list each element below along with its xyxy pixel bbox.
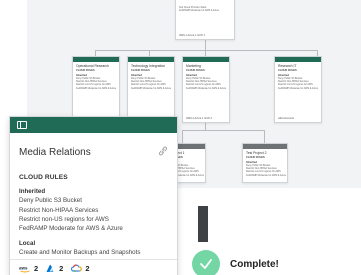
node-line: FedRAMP Moderate for AWS & Azure bbox=[186, 86, 227, 90]
aws-icon: aws bbox=[19, 265, 31, 273]
checkmark-icon bbox=[192, 250, 220, 275]
connector-line bbox=[205, 122, 206, 130]
node-footer: Add Accounts bbox=[278, 117, 294, 120]
org-node[interactable]: Operational Research CLOUD RULES Inherit… bbox=[72, 56, 120, 123]
provider-count-gcp[interactable]: 2 bbox=[71, 264, 90, 273]
rule-item: Restrict Non-HIPAA Services bbox=[19, 206, 99, 214]
folder-panel-icon bbox=[17, 121, 27, 129]
provider-count: 2 bbox=[59, 264, 64, 273]
node-line: FedRAMP Moderate for AWS & Azure bbox=[76, 86, 117, 90]
provider-count-aws[interactable]: aws 2 bbox=[19, 264, 38, 273]
link-icon[interactable] bbox=[157, 143, 169, 161]
node-line: Restrict non-US regions for AWS bbox=[246, 170, 281, 174]
node-line: FedRAMP Moderate for AWS & Azure bbox=[246, 173, 287, 177]
connector-line bbox=[182, 130, 183, 143]
rule-item: Deny Public S3 Bucket bbox=[19, 197, 82, 205]
provider-count: 2 bbox=[85, 264, 90, 273]
top-node[interactable]: Sub Cloud Provider Stack FedRAMP Moderat… bbox=[175, 0, 235, 40]
node-line: FedRAMP Moderate for AWS & Azure bbox=[179, 9, 220, 13]
connector-line bbox=[182, 130, 264, 131]
provider-count-azure[interactable]: 2 bbox=[46, 264, 63, 273]
gcp-icon bbox=[71, 264, 83, 273]
cloud-rules-heading: CLOUD RULES bbox=[19, 174, 68, 181]
card-title-row: Media Relations bbox=[10, 133, 177, 161]
node-footer: AWS 1 Azure 1 GCP 1 bbox=[179, 34, 205, 37]
rule-item: Restrict non-US regions for AWS bbox=[19, 215, 109, 223]
node-line: Sub Cloud Provider Stack bbox=[179, 6, 207, 9]
rule-item: Create and Monitor Backups and Snapshots bbox=[19, 249, 141, 257]
completion-status: Complete! bbox=[192, 250, 279, 275]
svg-text:aws: aws bbox=[19, 265, 28, 270]
ou-detail-card[interactable]: Media Relations CLOUD RULES Inherited De… bbox=[9, 116, 178, 275]
progress-bar-segment bbox=[198, 206, 208, 242]
inherited-heading: Inherited bbox=[19, 188, 46, 195]
provider-count: 2 bbox=[34, 264, 39, 273]
local-heading: Local bbox=[19, 240, 36, 248]
project-node[interactable]: Test Project 2 CLOUD RULES Inherited Den… bbox=[242, 143, 288, 183]
connector-line bbox=[95, 50, 317, 51]
card-title: Media Relations bbox=[19, 146, 91, 158]
org-node[interactable]: Research IT CLOUD RULES Inherited Deny P… bbox=[274, 56, 322, 123]
node-line: FedRAMP Moderate for AWS & Azure bbox=[278, 86, 319, 90]
card-body: CLOUD RULES Inherited Deny Public S3 Buc… bbox=[10, 161, 177, 256]
card-header bbox=[10, 117, 177, 133]
org-node[interactable]: Technology Integration CLOUD RULES Inher… bbox=[127, 56, 175, 123]
node-line: FedRAMP Moderate for AWS & Azure bbox=[131, 86, 172, 90]
status-label: Complete! bbox=[230, 258, 279, 270]
org-node[interactable]: Marketing CLOUD RULES Inherited Deny Pub… bbox=[182, 56, 230, 123]
provider-counts: aws 2 2 2 bbox=[10, 259, 177, 275]
rule-item: FedRAMP Moderate for AWS & Azure bbox=[19, 225, 123, 233]
connector-line bbox=[264, 130, 265, 143]
azure-icon bbox=[46, 264, 56, 273]
node-footer: AWS 2 Azure 1 GCP 2 bbox=[186, 117, 212, 120]
connector-line bbox=[205, 40, 206, 50]
